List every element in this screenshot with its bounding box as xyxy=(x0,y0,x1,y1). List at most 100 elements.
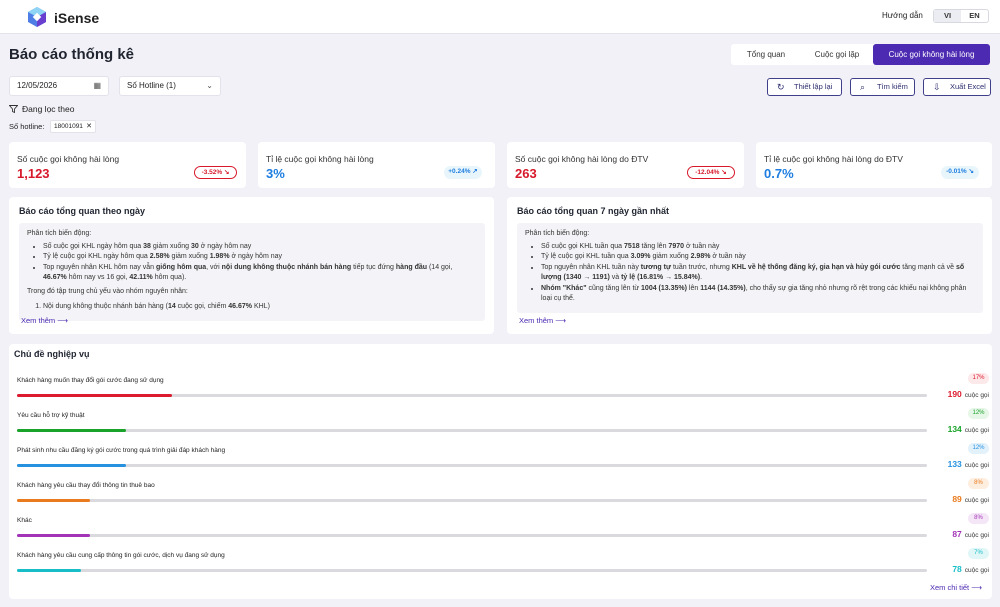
topic-name: Khách hàng yêu cầu cung cấp thông tin gó… xyxy=(17,552,225,559)
topic-name: Phát sinh nhu cầu đăng ký gói cước trong… xyxy=(17,447,226,454)
weekly-analysis-box: Phân tích biến động: Số cuộc gọi KHL tuầ… xyxy=(517,223,983,313)
kpi-card: Tỉ lệ cuộc gọi không hài lòng 3% +0.24% … xyxy=(258,142,495,188)
reset-icon: ↻ xyxy=(777,82,785,92)
topic-percent-badge: 8% xyxy=(968,478,989,489)
topic-count: 134 cuộc gọi xyxy=(947,424,989,434)
trend-down-icon: ↘ xyxy=(721,169,727,176)
hotline-filter-chip: 18001091 ✕ xyxy=(50,120,96,133)
report-tabs: Tổng quan Cuộc gọi lặp Cuộc gọi không hà… xyxy=(731,44,990,65)
topic-progress-track xyxy=(17,534,927,537)
topic-count: 78 cuộc gọi xyxy=(952,564,989,574)
topic-progress-track xyxy=(17,464,927,467)
daily-report-card: Báo cáo tổng quan theo ngày Phân tích bi… xyxy=(9,197,494,334)
topic-percent-badge: 7% xyxy=(968,548,989,559)
topic-percent-badge: 17% xyxy=(968,373,989,384)
list-item: Tỷ lệ cuộc gọi KHL ngày hôm qua 2.58% gi… xyxy=(43,252,477,263)
topic-percent-badge: 8% xyxy=(968,513,989,524)
topic-row: Phát sinh nhu cầu đăng ký gói cước trong… xyxy=(17,443,989,481)
reset-button[interactable]: ↻ Thiết lập lại xyxy=(767,78,842,96)
calendar-icon[interactable]: ▦ xyxy=(93,77,101,95)
topic-row: Yêu cầu hỗ trợ kỹ thuật 12% 134 cuộc gọi xyxy=(17,408,989,446)
page-title: Báo cáo thống kê xyxy=(9,46,135,63)
topic-progress-track xyxy=(17,569,927,572)
kpi-card: Số cuộc gọi không hài lòng 1,123 -3.52% … xyxy=(9,142,246,188)
see-more-link[interactable]: Xem thêm ⟶ xyxy=(519,316,566,325)
hotline-value: Số Hotline (1) xyxy=(127,81,176,90)
list-item: Nhóm "Khác" cũng tăng lên từ 1004 (13.35… xyxy=(541,284,975,305)
active-filter-title: Đang lọc theo xyxy=(22,104,75,114)
trend-down-icon: ↘ xyxy=(223,169,230,176)
topic-count: 89 cuộc gọi xyxy=(952,494,989,504)
kpi-label: Số cuộc gọi không hài lòng do ĐTV xyxy=(515,154,649,164)
arrow-right-icon: ⟶ xyxy=(555,316,567,325)
kpi-card: Số cuộc gọi không hài lòng do ĐTV 263 -1… xyxy=(507,142,744,188)
daily-analysis-box: Phân tích biến động: Số cuộc gọi KHL ngà… xyxy=(19,223,485,321)
export-icon: ⇩ xyxy=(933,82,941,92)
lang-en[interactable]: EN xyxy=(961,10,988,22)
kpi-value: 1,123 xyxy=(17,166,50,181)
business-topics-card: Chủ đề nghiệp vụ Khách hàng muốn thay đổ… xyxy=(9,344,992,599)
topic-progress-fill xyxy=(17,569,81,572)
date-picker[interactable]: 12/05/2026 ▦ xyxy=(9,76,109,96)
close-icon[interactable]: ✕ xyxy=(86,121,92,132)
list-item: Số cuộc gọi KHL tuần qua 7518 tăng lên 7… xyxy=(541,242,975,253)
lang-vi[interactable]: VI xyxy=(934,10,961,22)
topic-name: Khác xyxy=(17,517,32,524)
reset-label: Thiết lập lại xyxy=(794,82,833,91)
hotline-filter-value: 18001091 xyxy=(54,123,83,130)
language-switcher[interactable]: VI EN xyxy=(933,9,989,23)
topic-percent-badge: 12% xyxy=(968,443,989,454)
daily-report-title: Báo cáo tổng quan theo ngày xyxy=(19,206,146,216)
arrow-right-icon: ⟶ xyxy=(971,583,982,592)
topic-name: Yêu cầu hỗ trợ kỹ thuật xyxy=(17,412,85,419)
list-item: Số cuộc gọi KHL ngày hôm qua 38 giảm xuố… xyxy=(43,242,477,253)
list-item: Top nguyên nhân KHL tuần này tương tự tu… xyxy=(541,263,975,284)
topic-progress-track xyxy=(17,429,927,432)
search-icon: ⌕ xyxy=(860,82,866,92)
tab-unsatisfied-calls[interactable]: Cuộc gọi không hài lòng xyxy=(873,44,990,65)
topic-count: 190 cuộc gọi xyxy=(947,389,989,399)
kpi-label: Số cuộc gọi không hài lòng xyxy=(17,154,120,164)
kpi-value: 3% xyxy=(266,166,285,181)
see-more-link[interactable]: Xem thêm ⟶ xyxy=(21,316,68,325)
topic-percent-badge: 12% xyxy=(968,408,989,419)
guide-link[interactable]: Hướng dẫn xyxy=(882,11,923,20)
kpi-value: 263 xyxy=(515,166,537,181)
topic-name: Khách hàng muốn thay đổi gói cước đang s… xyxy=(17,377,164,384)
filter-icon xyxy=(9,105,18,113)
topic-progress-fill xyxy=(17,499,90,502)
change-badge: -12.04% ↘ xyxy=(687,166,735,179)
kpi-value: 0.7% xyxy=(764,166,794,181)
chevron-down-icon: ⌄ xyxy=(206,81,213,90)
see-details-link[interactable]: Xem chi tiết ⟶ xyxy=(930,583,982,592)
arrow-right-icon: ⟶ xyxy=(57,316,69,325)
topic-progress-fill xyxy=(17,534,90,537)
search-button[interactable]: ⌕ Tìm kiếm xyxy=(850,78,915,96)
topic-row: Khách hàng muốn thay đổi gói cước đang s… xyxy=(17,373,989,411)
list-item: Nội dung không thuộc nhánh bán hàng (14 … xyxy=(43,302,477,313)
hotline-select[interactable]: Số Hotline (1) ⌄ xyxy=(119,76,221,96)
list-item: Tỷ lệ cuộc gọi KHL tuần qua 3.09% giảm x… xyxy=(541,252,975,263)
trend-up-icon: ↗ xyxy=(472,168,478,175)
tab-repeat-calls[interactable]: Cuộc gọi lặp xyxy=(801,44,873,65)
topic-row: Khác 8% 87 cuộc gọi xyxy=(17,513,989,551)
trend-down-icon: ↘ xyxy=(968,168,974,175)
weekly-report-card: Báo cáo tổng quan 7 ngày gần nhất Phân t… xyxy=(507,197,992,334)
topics-title: Chủ đề nghiệp vụ xyxy=(14,349,90,359)
export-label: Xuất Excel xyxy=(950,82,986,91)
brand-name: iSense xyxy=(54,10,100,26)
kpi-card: Tỉ lệ cuộc gọi không hài lòng do ĐTV 0.7… xyxy=(756,142,992,188)
topic-progress-track xyxy=(17,394,927,397)
kpi-label: Tỉ lệ cuộc gọi không hài lòng do ĐTV xyxy=(764,154,903,164)
export-excel-button[interactable]: ⇩ Xuất Excel xyxy=(923,78,991,96)
topic-name: Khách hàng yêu cầu thay đổi thông tin th… xyxy=(17,482,155,489)
change-badge: -0.01% ↘ xyxy=(941,166,979,179)
kpi-label: Tỉ lệ cuộc gọi không hài lòng xyxy=(266,154,374,164)
topic-progress-fill xyxy=(17,429,127,432)
topic-row: Khách hàng yêu cầu cung cấp thông tin gó… xyxy=(17,548,989,586)
tab-overview[interactable]: Tổng quan xyxy=(731,44,801,65)
date-value: 12/05/2026 xyxy=(17,81,58,90)
topic-progress-fill xyxy=(17,394,172,397)
active-filter-key: Số hotline: xyxy=(9,122,45,131)
topic-row: Khách hàng yêu cầu thay đổi thông tin th… xyxy=(17,478,989,516)
